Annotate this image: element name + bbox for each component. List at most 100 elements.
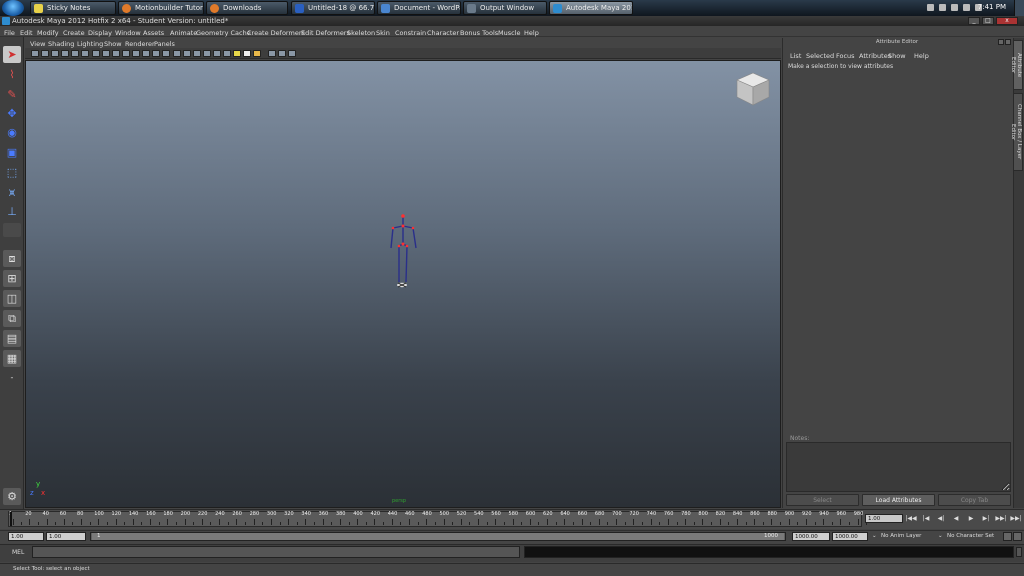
tray-volume-icon[interactable] [963, 4, 970, 11]
viewport-tool-19-icon[interactable] [213, 50, 221, 57]
viewport-tool-6-icon[interactable] [81, 50, 89, 57]
menu-create-deformers[interactable]: Create Deformers [247, 29, 305, 37]
task-maya[interactable]: Autodesk Maya 2012... [549, 1, 633, 15]
start-time-field[interactable]: 1.00 [8, 532, 44, 541]
step-forward-key-icon[interactable]: ▶▶| [995, 514, 1007, 523]
show-manipulator-icon[interactable]: ⊥ [3, 203, 21, 220]
ae-menu-list[interactable]: List [790, 52, 801, 60]
script-editor-icon[interactable] [1016, 547, 1022, 557]
task-output-window[interactable]: Output Window [463, 1, 547, 15]
step-forward-frame-icon[interactable]: ▶| [980, 514, 992, 523]
end-time-field[interactable]: 1000.00 [832, 532, 868, 541]
copy-tab-button[interactable]: Copy Tab [938, 494, 1011, 506]
ae-menu-focus[interactable]: Focus [836, 52, 855, 60]
show-desktop-button[interactable] [1014, 0, 1024, 16]
tray-chevron-icon[interactable] [927, 4, 934, 11]
step-back-frame-icon[interactable]: ◀| [935, 514, 947, 523]
anim-layer-dropdown[interactable]: No Anim Layer [881, 533, 921, 539]
universal-manipulator-icon[interactable]: ⬚ [3, 164, 21, 181]
viewport-tool-17-icon[interactable] [193, 50, 201, 57]
hypershade-layout-icon[interactable]: ▤ [3, 330, 21, 347]
viewport-tool-10-icon[interactable] [122, 50, 130, 57]
viewport-menu-shading[interactable]: Shading [48, 40, 74, 48]
viewport-tool-4-icon[interactable] [61, 50, 69, 57]
persp-graph-layout-icon[interactable]: ⧉ [3, 310, 21, 327]
select-tool-icon[interactable]: ➤ [3, 46, 21, 63]
go-to-end-icon[interactable]: ▶▶| [1010, 514, 1022, 523]
minimize-button[interactable]: _ [968, 17, 980, 25]
select-button[interactable]: Select [786, 494, 859, 506]
rotate-tool-icon[interactable]: ◉ [3, 124, 21, 141]
anim-layer-dropdown-icon[interactable]: ⌄ [872, 533, 877, 539]
menu-bonus-tools[interactable]: Bonus Tools [460, 29, 498, 37]
viewport-menu-view[interactable]: View [30, 40, 45, 48]
task-sticky-notes[interactable]: Sticky Notes [30, 1, 116, 15]
viewport-tool-23-icon[interactable] [253, 50, 261, 57]
viewport-tool-8-icon[interactable] [102, 50, 110, 57]
clock[interactable]: 7:41 PM [978, 3, 1006, 11]
task-photoshop[interactable]: Untitled-18 @ 66.7% ... [291, 1, 375, 15]
task-wordpad[interactable]: Document - WordPad [377, 1, 461, 15]
viewport-tool-20-icon[interactable] [223, 50, 231, 57]
viewport-tool-12-icon[interactable] [142, 50, 150, 57]
viewport-menu-show[interactable]: Show [104, 40, 122, 48]
ae-menu-show[interactable]: Show [888, 52, 906, 60]
current-frame-field[interactable]: 1.00 [865, 514, 903, 523]
viewport-menu-renderer[interactable]: Renderer [125, 40, 155, 48]
single-perspective-layout-icon[interactable]: ⧈ [3, 250, 21, 267]
playback-start-field[interactable]: 1.00 [46, 532, 86, 541]
viewport-tool-2-icon[interactable] [41, 50, 49, 57]
viewport-tool-13-icon[interactable] [152, 50, 160, 57]
skeleton-joints[interactable] [386, 210, 420, 290]
viewcube-icon[interactable] [734, 70, 772, 108]
load-attributes-button[interactable]: Load Attributes [862, 494, 935, 506]
tab-channel-box[interactable]: Channel Box / Layer Editor [1010, 93, 1023, 171]
lasso-tool-icon[interactable]: ⌇ [3, 66, 21, 83]
start-button[interactable] [2, 0, 24, 16]
task-downloads[interactable]: Downloads [206, 1, 288, 15]
menu-file[interactable]: File [4, 29, 15, 37]
viewport-tool-1-icon[interactable] [31, 50, 39, 57]
play-forwards-icon[interactable]: ▶ [965, 514, 977, 523]
menu-help[interactable]: Help [524, 29, 539, 37]
viewport-menu-panels[interactable]: Panels [154, 40, 175, 48]
menu-modify[interactable]: Modify [37, 29, 59, 37]
menu-edit[interactable]: Edit [20, 29, 33, 37]
viewport-tool-26-icon[interactable] [288, 50, 296, 57]
menu-geometry-cache[interactable]: Geometry Cache [196, 29, 251, 37]
four-view-layout-icon[interactable]: ⊞ [3, 270, 21, 287]
tray-network-icon[interactable] [951, 4, 958, 11]
menu-edit-deformers[interactable]: Edit Deformers [301, 29, 350, 37]
viewport-tool-9-icon[interactable] [112, 50, 120, 57]
step-back-key-icon[interactable]: |◀ [920, 514, 932, 523]
tab-attribute-editor[interactable]: Attribute Editor [1010, 40, 1023, 90]
close-panel-icon[interactable] [1005, 39, 1011, 45]
notes-field[interactable] [786, 442, 1011, 492]
character-set-dropdown-icon[interactable]: ⌄ [938, 533, 943, 539]
menu-muscle[interactable]: Muscle [498, 29, 521, 37]
menu-skeleton[interactable]: Skeleton [347, 29, 375, 37]
menu-create[interactable]: Create [63, 29, 85, 37]
tray-flag-icon[interactable] [939, 4, 946, 11]
menu-animate[interactable]: Animate [170, 29, 197, 37]
play-backwards-icon[interactable]: ◀ [950, 514, 962, 523]
viewport-tool-7-icon[interactable] [92, 50, 100, 57]
viewport-menu-lighting[interactable]: Lighting [77, 40, 103, 48]
task-motionbuilder[interactable]: Motionbuilder Tutori... [118, 1, 204, 15]
viewport-tool-16-icon[interactable] [183, 50, 191, 57]
viewport-tool-22-icon[interactable] [243, 50, 251, 57]
persp-graph-outliner-layout-icon[interactable]: ▦ [3, 350, 21, 367]
viewport-tool-25-icon[interactable] [278, 50, 286, 57]
soft-modification-icon[interactable]: ⩙ [3, 184, 21, 201]
render-icon[interactable]: ⚙ [3, 488, 21, 505]
current-time-marker[interactable] [10, 512, 12, 526]
menu-display[interactable]: Display [88, 29, 112, 37]
viewport-tool-15-icon[interactable] [173, 50, 181, 57]
character-set-dropdown[interactable]: No Character Set [947, 533, 994, 539]
menu-constrain[interactable]: Constrain [395, 29, 426, 37]
layout-more-icon[interactable]: - [3, 370, 21, 384]
scale-tool-icon[interactable]: ▣ [3, 144, 21, 161]
persp-outliner-layout-icon[interactable]: ◫ [3, 290, 21, 307]
ae-menu-attributes[interactable]: Attributes [859, 52, 891, 60]
viewport-tool-14-icon[interactable] [162, 50, 170, 57]
